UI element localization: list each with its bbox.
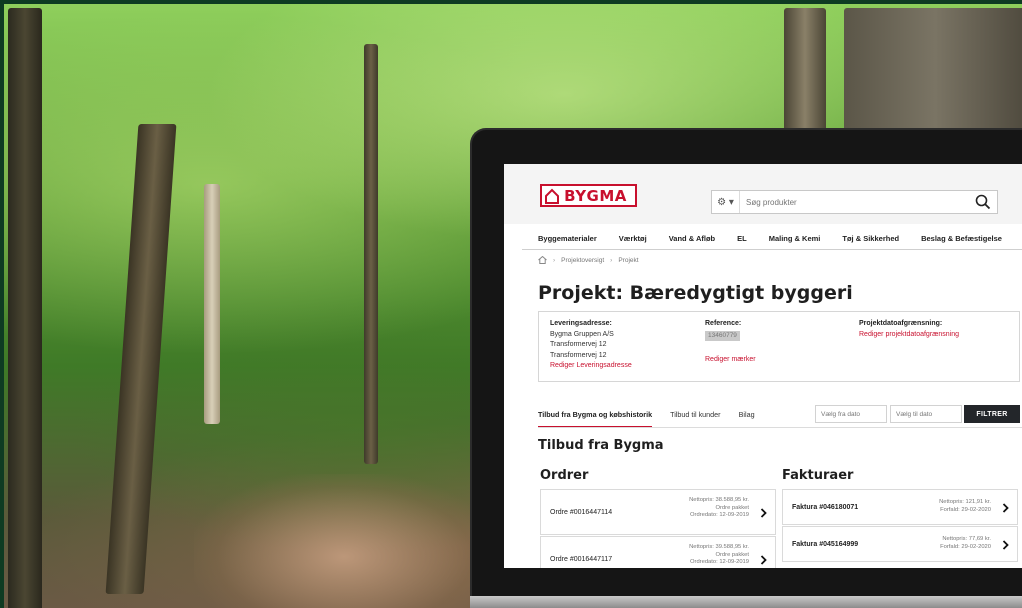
- logo-text: BYGMA: [564, 186, 627, 205]
- invoice-due-date: Forfald: 29-02-2020: [940, 506, 991, 513]
- nav-item-byggematerialer[interactable]: Byggematerialer: [538, 234, 597, 243]
- tab-attachments[interactable]: Bilag: [739, 404, 755, 428]
- invoices-heading: Fakturaer: [782, 468, 854, 483]
- delivery-address-line: Bygma Gruppen A/S: [550, 330, 614, 338]
- tree-trunk: [105, 124, 177, 594]
- project-info-box: Leveringsadresse: Bygma Gruppen A/S Tran…: [538, 311, 1020, 382]
- tree-trunk: [204, 184, 220, 424]
- search-icon[interactable]: [975, 194, 991, 210]
- section-title: Tilbud fra Bygma: [538, 438, 664, 453]
- tab-customer-offers[interactable]: Tilbud til kunder: [670, 404, 720, 428]
- order-date: Ordredato: 12-09-2019: [690, 512, 749, 519]
- reference-block: Reference: 13460779 Rediger mærker: [705, 319, 756, 366]
- order-number: Ordre #0016447114: [550, 509, 613, 516]
- search-bar: ⚙ ▾: [711, 190, 998, 214]
- order-status: Ordre pakket: [715, 504, 749, 511]
- laptop-screen: BYGMA ⚙ ▾ Byggematerialer Værktøj Vand &…: [504, 164, 1022, 568]
- breadcrumb-projektoversigt[interactable]: Projektoversigt: [561, 257, 604, 264]
- forest-path: [194, 474, 494, 608]
- reference-label: Reference:: [705, 320, 742, 327]
- date-limit-block: Projektdatoafgrænsning: Rediger projektd…: [859, 319, 959, 340]
- chevron-right-icon: [1002, 503, 1009, 513]
- search-input[interactable]: [740, 197, 960, 207]
- edit-delivery-address-link[interactable]: Rediger Leveringsadresse: [550, 361, 632, 372]
- tree-trunk: [364, 44, 378, 464]
- laptop-base: [470, 596, 1022, 608]
- invoice-net-price: Nettopris: 77,69 kr.: [942, 536, 991, 542]
- reference-badge: 13460779: [705, 330, 740, 341]
- home-icon[interactable]: [538, 256, 547, 264]
- order-status: Ordre pakket: [715, 551, 749, 558]
- chevron-right-icon: [760, 555, 767, 565]
- nav-item-toej-sikkerhed[interactable]: Tøj & Sikkerhed: [842, 234, 899, 243]
- invoice-card[interactable]: Faktura #046180071 Nettopris: 121,91 kr.…: [782, 489, 1018, 525]
- nav-item-vand-afloeb[interactable]: Vand & Afløb: [669, 234, 715, 243]
- invoice-card[interactable]: Faktura #045164999 Nettopris: 77,69 kr. …: [782, 526, 1018, 562]
- edit-tags-link[interactable]: Rediger mærker: [705, 355, 756, 366]
- tab-bar: Tilbud fra Bygma og købshistorik Tilbud …: [538, 404, 773, 428]
- invoice-net-price: Nettopris: 121,91 kr.: [939, 499, 991, 505]
- invoice-due-date: Forfald: 29-02-2020: [940, 543, 991, 550]
- invoice-meta: Nettopris: 121,91 kr. Forfald: 29-02-202…: [939, 499, 991, 514]
- invoice-number: Faktura #046180071: [792, 504, 859, 511]
- breadcrumb-separator: ›: [553, 256, 556, 264]
- breadcrumb-separator: ›: [610, 256, 613, 264]
- invoice-meta: Nettopris: 77,69 kr. Forfald: 29-02-2020: [940, 536, 991, 551]
- order-card[interactable]: Ordre #0016447114 Nettopris: 38.588,95 k…: [540, 489, 776, 535]
- breadcrumb-projekt: Projekt: [618, 256, 639, 264]
- edit-date-limit-link[interactable]: Rediger projektdatoafgrænsning: [859, 330, 959, 341]
- nav-item-el[interactable]: EL: [737, 234, 747, 243]
- nav-item-beslag[interactable]: Beslag & Befæstigelse: [921, 234, 1002, 243]
- tree-trunk: [784, 8, 826, 138]
- chevron-right-icon: [760, 508, 767, 518]
- nav-item-maling-kemi[interactable]: Maling & Kemi: [769, 234, 821, 243]
- delivery-address-line: Transformervej 12: [550, 341, 607, 348]
- order-net-price: Nettopris: 39.588,95 kr.: [689, 544, 749, 550]
- invoice-number: Faktura #045164999: [792, 541, 859, 548]
- order-net-price: Nettopris: 38.588,95 kr.: [689, 497, 749, 503]
- chevron-right-icon: [1002, 540, 1009, 550]
- date-limit-label: Projektdatoafgrænsning:: [859, 320, 943, 327]
- page-title: Projekt: Bæredygtigt byggeri: [538, 282, 853, 304]
- delivery-address-label: Leveringsadresse:: [550, 320, 612, 327]
- from-date-input[interactable]: [815, 405, 887, 423]
- site-header: BYGMA ⚙ ▾: [504, 164, 1022, 224]
- main-navigation: Byggematerialer Værktøj Vand & Afløb EL …: [522, 228, 1022, 250]
- delivery-address-block: Leveringsadresse: Bygma Gruppen A/S Tran…: [550, 319, 632, 372]
- orders-heading: Ordrer: [540, 468, 589, 483]
- breadcrumb: › Projektoversigt › Projekt: [538, 256, 639, 264]
- house-logo-icon: [545, 188, 559, 204]
- delivery-address-line: Transformervej 12: [550, 351, 607, 359]
- order-card[interactable]: Ordre #0016447117 Nettopris: 39.588,95 k…: [540, 536, 776, 568]
- order-date: Ordredato: 12-09-2019: [690, 559, 749, 566]
- tree-trunk: [844, 8, 1022, 138]
- order-meta: Nettopris: 38.588,95 kr. Ordre pakket Or…: [689, 497, 749, 520]
- order-meta: Nettopris: 39.588,95 kr. Ordre pakket Or…: [689, 544, 749, 567]
- search-settings-dropdown[interactable]: ⚙ ▾: [712, 191, 740, 213]
- nav-item-vaerktoej[interactable]: Værktøj: [619, 234, 647, 243]
- to-date-input[interactable]: [890, 405, 962, 423]
- bygma-logo[interactable]: BYGMA: [540, 184, 637, 207]
- tab-divider: [538, 427, 1022, 428]
- tree-trunk: [8, 8, 42, 608]
- order-number: Ordre #0016447117: [550, 556, 613, 563]
- tab-bygma-offers-history[interactable]: Tilbud fra Bygma og købshistorik: [538, 404, 653, 428]
- filter-button[interactable]: FILTRER: [964, 405, 1020, 423]
